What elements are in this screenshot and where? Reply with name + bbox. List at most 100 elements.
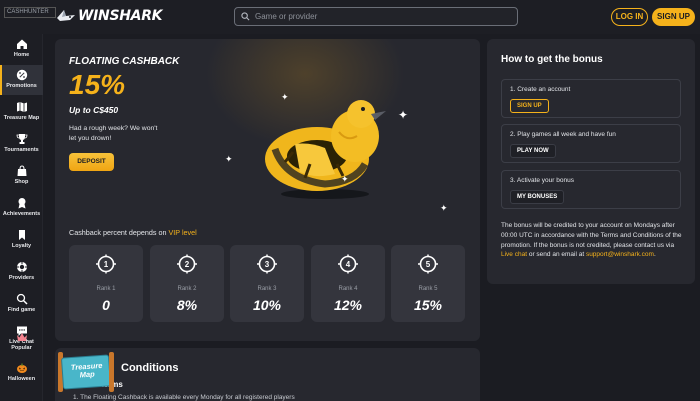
conditions-title: Conditions	[121, 362, 179, 374]
sidebar: Home Promotions Treasure Map Tournaments…	[0, 34, 43, 401]
sidebar-item-label: Treasure Map	[3, 115, 40, 121]
search-icon	[16, 293, 28, 305]
sidebar-item-label: Loyalty	[11, 243, 32, 249]
conditions-card: Conditions General terms 1. The Floating…	[55, 348, 480, 401]
support-email-link[interactable]: support@winshark.com	[586, 251, 654, 258]
sidebar-item-label: Promotions	[6, 83, 37, 89]
rank-cashback-value: 15%	[413, 297, 443, 313]
medal-icon	[18, 198, 25, 209]
signup-button[interactable]: SIGN UP	[652, 8, 695, 26]
crown-icon	[16, 333, 27, 341]
step-text: 2. Play games all week and have fun	[510, 131, 616, 138]
how-to-get-bonus-panel: How to get the bonus 1. Create an accoun…	[487, 39, 695, 284]
note-text: .	[653, 251, 656, 259]
sidebar-item-treasure-map[interactable]: Treasure Map	[0, 97, 43, 127]
vip-level-link[interactable]: VIP level	[169, 228, 197, 237]
pumpkin-icon	[16, 363, 27, 373]
rank-badge-icon: 4	[338, 254, 358, 274]
promo-max-amount: Up to C$450	[69, 105, 119, 115]
rubber-duck-float-image	[265, 100, 386, 199]
rank-number: 3	[265, 260, 270, 269]
sidebar-item-halloween[interactable]: Halloween	[0, 359, 43, 389]
my-bonuses-button[interactable]: MY BONUSES	[510, 190, 565, 204]
sidebar-item-label: Halloween	[7, 376, 36, 382]
search-input[interactable]	[255, 12, 505, 21]
sidebar-item-label: Tournaments	[4, 147, 39, 153]
sidebar-item-label: Providers	[8, 275, 35, 281]
sidebar-item-find-game[interactable]: Find game	[0, 289, 43, 319]
rank-label: Rank 5	[418, 286, 438, 292]
promo-description: Had a rough week? We won't let you drown…	[69, 125, 158, 142]
bookmark-icon	[18, 230, 25, 240]
scroll-rod-right	[109, 352, 114, 392]
rank-cashback-value: 8%	[176, 297, 198, 313]
rank-card: 4 Rank 4 12%	[311, 245, 385, 322]
rank-card: 3 Rank 3 10%	[230, 245, 304, 322]
sidebar-item-home[interactable]: Home	[0, 34, 43, 64]
rank-badge-icon: 2	[177, 254, 197, 274]
rank-card: 2 Rank 2 8%	[150, 245, 224, 322]
rank-cashback-value: 12%	[333, 297, 363, 313]
deposit-button[interactable]: DEPOSIT	[69, 153, 114, 171]
shark-logo-icon	[57, 10, 75, 21]
note-text: or send an email at	[527, 251, 586, 259]
login-button[interactable]: LOG IN	[611, 8, 648, 26]
rank-number: 4	[346, 260, 351, 269]
live-chat-link[interactable]: Live chat	[501, 251, 527, 258]
promo-title: FLOATING CASHBACK	[69, 56, 180, 67]
sidebar-item-label: Find game	[7, 307, 36, 313]
sparkle-icon: ✦	[398, 108, 409, 122]
sidebar-item-promotions[interactable]: Promotions	[0, 65, 43, 95]
sidebar-item-shop[interactable]: Shop	[0, 161, 43, 191]
cashhunter-badge: CASHHUNTER	[4, 7, 56, 18]
rank-badge-icon: 1	[96, 254, 116, 274]
sparkle-icon: ✦	[225, 154, 233, 164]
bag-icon	[17, 165, 26, 176]
home-icon	[16, 39, 27, 49]
step-text: 3. Activate your bonus	[510, 177, 574, 184]
map-icon	[16, 102, 27, 112]
search-icon	[241, 12, 250, 21]
sidebar-item-label: Shop	[14, 179, 29, 185]
site-logo[interactable]: WINSHARK	[56, 5, 163, 27]
chip-icon	[16, 262, 27, 272]
step-signup-button[interactable]: SIGN UP	[510, 99, 549, 113]
sidebar-item-providers[interactable]: Providers	[0, 257, 43, 287]
rank-number: 1	[104, 260, 109, 269]
sidebar-item-label: Achievements	[2, 211, 41, 217]
sparkle-icon: ✦	[440, 203, 448, 213]
rank-badge-icon: 5	[418, 254, 438, 274]
rank-label: Rank 3	[257, 286, 277, 292]
rank-number: 5	[426, 260, 431, 269]
play-now-button[interactable]: PLAY NOW	[510, 144, 556, 158]
bonus-step: 1. Create an account SIGN UP	[501, 79, 681, 118]
promo-percent: 15%	[69, 69, 126, 100]
sidebar-item-label: Home	[13, 52, 30, 58]
rank-card: 5 Rank 5 15%	[391, 245, 465, 322]
vip-info-text: Cashback percent depends on	[69, 228, 169, 237]
top-header: CASHHUNTER WINSHARK LOG IN SIGN UP	[0, 0, 700, 34]
treasure-map-widget[interactable]: Treasure Map	[58, 352, 114, 392]
rank-label: Rank 1	[96, 286, 116, 292]
rank-number: 2	[185, 260, 190, 269]
rank-card: 1 Rank 1 0	[69, 245, 143, 322]
sidebar-item-label: Popular	[11, 345, 32, 351]
note-text: The bonus will be credited to your accou…	[501, 222, 682, 249]
trophy-icon	[16, 134, 27, 144]
treasure-map-label: Treasure Map	[70, 360, 103, 380]
bonus-credit-note: The bonus will be credited to your accou…	[501, 221, 685, 260]
brand-name: WINSHARK	[78, 8, 163, 24]
treasure-map-scroll: Treasure Map	[60, 354, 112, 390]
bonus-step: 3. Activate your bonus MY BONUSES	[501, 170, 681, 209]
sidebar-item-popular-inner[interactable]: Popular	[0, 329, 43, 359]
sidebar-item-achievements[interactable]: Achievements	[0, 193, 43, 223]
sparkle-icon: ✦	[281, 92, 289, 102]
step-text: 1. Create an account	[510, 86, 571, 93]
sidebar-item-tournaments[interactable]: Tournaments	[0, 129, 43, 159]
rank-label: Rank 2	[177, 286, 197, 292]
vip-info-line: Cashback percent depends on VIP level	[69, 228, 197, 237]
sidebar-item-loyalty[interactable]: Loyalty	[0, 225, 43, 255]
cashback-promo-card: FLOATING CASHBACK 15% Up to C$450 Had a …	[55, 39, 480, 341]
sparkle-icon: ✦	[341, 174, 349, 184]
search-bar[interactable]	[234, 7, 518, 26]
